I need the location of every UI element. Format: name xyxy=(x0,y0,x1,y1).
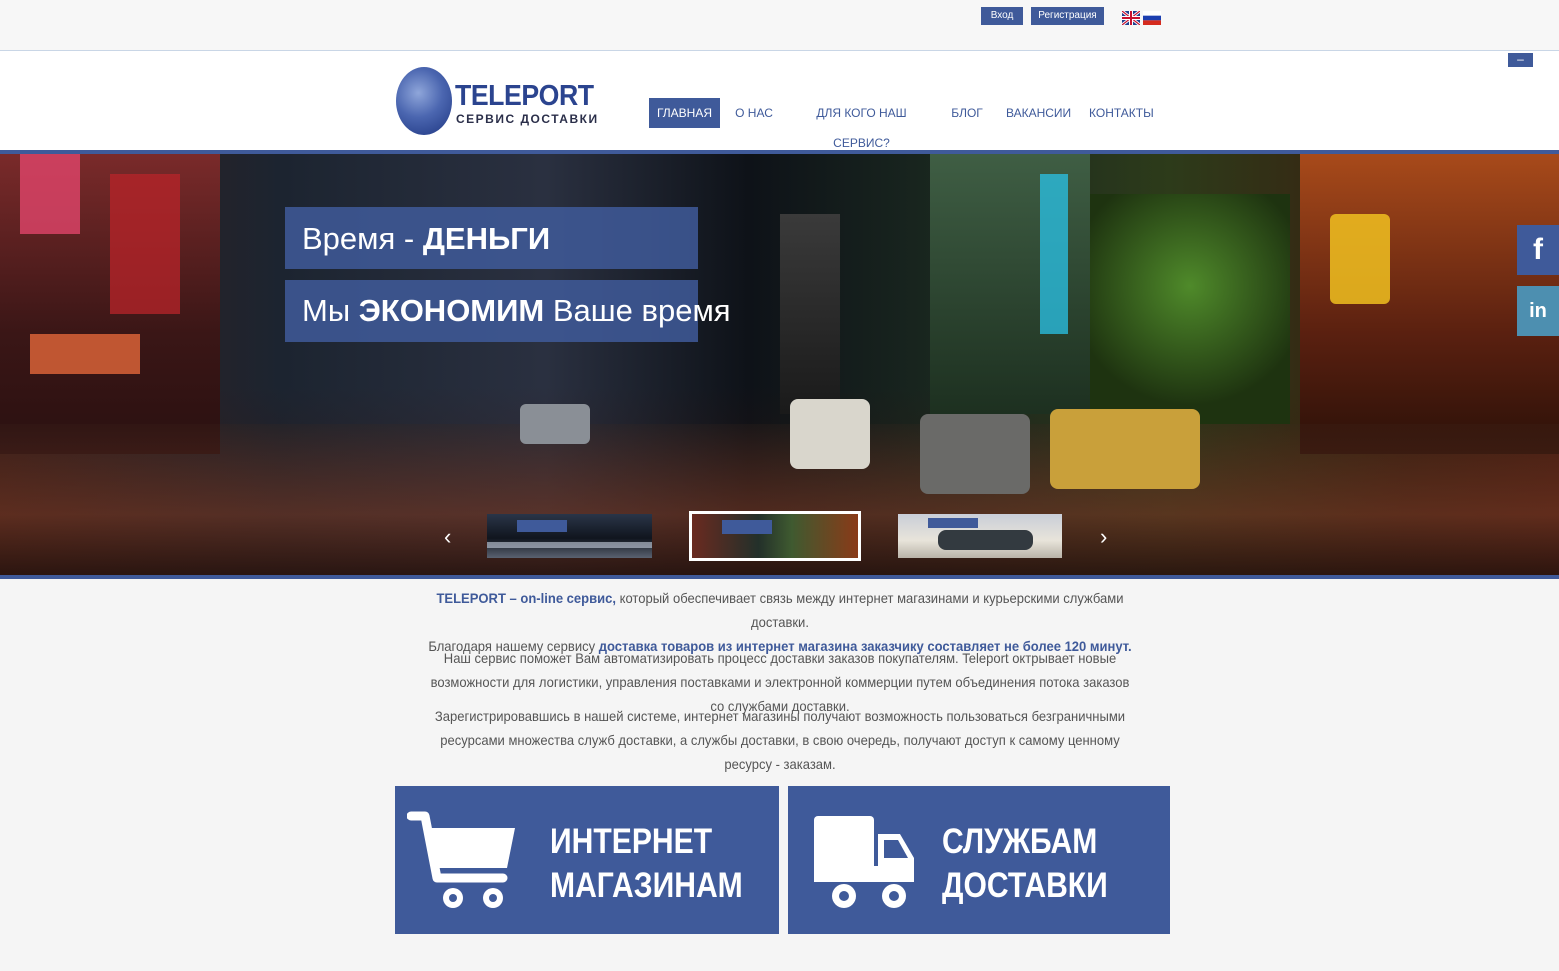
nav-item-vacancies[interactable]: ВАКАНСИИ xyxy=(1006,98,1071,128)
slide-thumbnail-3[interactable] xyxy=(898,514,1062,558)
ru-flag-icon[interactable] xyxy=(1143,11,1161,25)
online-shops-label: ИНТЕРНЕТ МАГАЗИНАМ xyxy=(550,822,743,905)
hero-bottom-border xyxy=(0,575,1559,579)
trees xyxy=(1090,194,1290,424)
online-shops-card[interactable]: ИНТЕРНЕТ МАГАЗИНАМ xyxy=(395,786,779,934)
registration-paragraph: Зарегистрировавшись в нашей системе, инт… xyxy=(434,708,1126,772)
neon-sign xyxy=(1330,214,1390,304)
collapse-button[interactable]: – xyxy=(1508,53,1533,67)
neon-sign xyxy=(110,174,180,314)
intro-text: который обеспечивает связь между интерне… xyxy=(615,590,1124,630)
top-bar: Вход Регистрация xyxy=(0,0,1559,51)
building-center xyxy=(780,214,840,414)
hero-tagline-2: Мы ЭКОНОМИМ Ваше время xyxy=(285,280,731,342)
nav-item-for-whom[interactable]: ДЛЯ КОГО НАШ СЕРВИС? xyxy=(795,98,928,150)
awning xyxy=(30,334,140,374)
en-flag-icon[interactable] xyxy=(1122,11,1140,25)
intro-highlight: TELEPORT – on-line сервис, xyxy=(436,590,616,606)
delivery-services-label: СЛУЖБАМ ДОСТАВКИ xyxy=(942,822,1108,905)
car xyxy=(920,414,1030,494)
hero-tagline-2-b: Ваше время xyxy=(544,293,731,328)
hero-tagline-1: Время - ДЕНЬГИ xyxy=(285,207,698,269)
neon-sign xyxy=(20,154,80,234)
linkedin-icon[interactable]: in xyxy=(1517,286,1559,336)
logo-title[interactable]: TELEPORT xyxy=(455,80,594,113)
chevron-right-icon[interactable]: › xyxy=(1100,524,1107,550)
nav-item-contacts[interactable]: КОНТАКТЫ xyxy=(1089,98,1154,128)
logo-icon[interactable] xyxy=(396,67,452,135)
hero-tagline-2-a: Мы xyxy=(302,293,359,328)
delivery-services-card[interactable]: СЛУЖБАМ ДОСТАВКИ xyxy=(788,786,1170,934)
car xyxy=(520,404,590,444)
header xyxy=(0,51,1559,150)
nav-item-home[interactable]: ГЛАВНАЯ xyxy=(649,98,720,128)
register-button[interactable]: Регистрация xyxy=(1031,7,1104,25)
taxi-car xyxy=(790,399,870,469)
hero-slider[interactable]: Время - ДЕНЬГИ Мы ЭКОНОМИМ Ваше время xyxy=(0,154,1559,575)
nav-item-blog[interactable]: БЛОГ xyxy=(948,98,986,128)
facebook-icon[interactable]: f xyxy=(1517,225,1559,275)
nav-item-about[interactable]: О НАС xyxy=(732,98,776,128)
hero-tagline-2-bold: ЭКОНОМИМ xyxy=(358,293,545,328)
logo-subtitle: СЕРВИС ДОСТАВКИ xyxy=(456,112,599,126)
chevron-left-icon[interactable]: ‹ xyxy=(444,524,451,550)
taxi-car xyxy=(1050,409,1200,489)
truck-icon xyxy=(814,816,914,908)
login-button[interactable]: Вход xyxy=(981,7,1023,25)
slide-thumbnail-2[interactable] xyxy=(689,511,861,561)
hero-tagline-1-bold: ДЕНЬГИ xyxy=(422,221,551,256)
neon-sign xyxy=(1040,174,1068,334)
hero-tagline-1-normal: Время - xyxy=(302,221,423,256)
slide-thumbnail-1[interactable] xyxy=(487,514,652,558)
cart-icon xyxy=(407,811,515,908)
